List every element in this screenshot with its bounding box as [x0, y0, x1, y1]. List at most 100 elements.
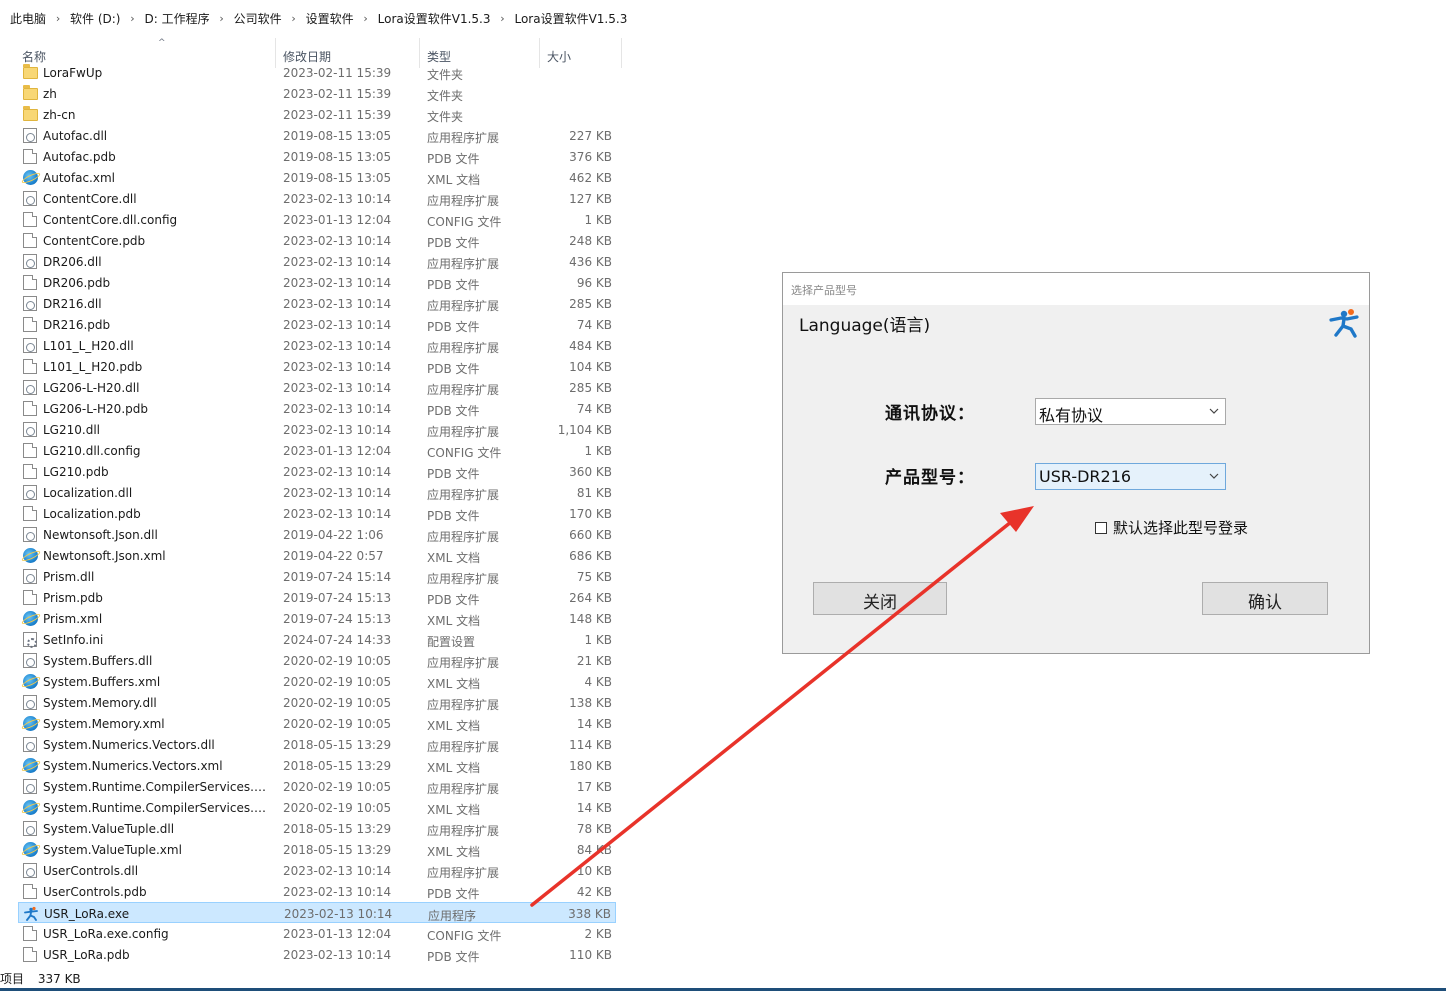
file-row[interactable]: System.Runtime.CompilerServices.Un... 202… — [18, 776, 616, 797]
file-date: 2020-02-19 10:05 — [283, 675, 392, 689]
chevron-right-icon[interactable]: › — [46, 12, 70, 25]
file-row[interactable]: System.ValueTuple.xml 2018-05-15 13:29 XML… — [18, 839, 616, 860]
file-row[interactable]: System.ValueTuple.dll 2018-05-15 13:29 应用程… — [18, 818, 616, 839]
protocol-select-value: 私有协议 — [1039, 406, 1104, 425]
model-select[interactable]: USR-DR216 — [1035, 463, 1226, 490]
confirm-button[interactable]: 确认 — [1202, 582, 1328, 615]
file-row[interactable]: DR216.dll 2023-02-13 10:14 应用程序扩展 285 KB — [18, 293, 616, 314]
file-size: 660 KB — [569, 528, 612, 542]
file-row[interactable]: Autofac.dll 2019-08-15 13:05 应用程序扩展 227 KB — [18, 125, 616, 146]
chevron-right-icon[interactable]: › — [120, 12, 144, 25]
document-icon — [23, 443, 37, 458]
file-row[interactable]: LoraFwUp 2023-02-11 15:39 文件夹 — [18, 62, 616, 83]
file-row[interactable]: System.Numerics.Vectors.dll 2018-05-15 13… — [18, 734, 616, 755]
file-row[interactable]: LG210.pdb 2023-02-13 10:14 PDB 文件 360 KB — [18, 461, 616, 482]
chevron-down-icon[interactable] — [1208, 403, 1220, 419]
file-row[interactable]: System.Memory.xml 2020-02-19 10:05 XML 文档 1… — [18, 713, 616, 734]
file-row[interactable]: Localization.pdb 2023-02-13 10:14 PDB 文件 17… — [18, 503, 616, 524]
file-row[interactable]: ContentCore.dll 2023-02-13 10:14 应用程序扩展 127… — [18, 188, 616, 209]
file-name: LoraFwUp — [43, 66, 103, 80]
breadcrumb-company-software[interactable]: 公司软件 — [234, 10, 282, 27]
file-row[interactable]: USR_LoRa.exe.config 2023-01-13 12:04 CONFI… — [18, 923, 616, 944]
file-row[interactable]: LG210.dll 2023-02-13 10:14 应用程序扩展 1,104 KB — [18, 419, 616, 440]
file-name: SetInfo.ini — [43, 633, 104, 647]
file-row[interactable]: Localization.dll 2023-02-13 10:14 应用程序扩展 81… — [18, 482, 616, 503]
file-row[interactable]: System.Buffers.xml 2020-02-19 10:05 XML 文档… — [18, 671, 616, 692]
file-row[interactable]: System.Runtime.CompilerServices.Un... 202… — [18, 797, 616, 818]
chevron-down-icon[interactable] — [1208, 468, 1220, 484]
file-size: 75 KB — [576, 570, 612, 584]
file-row[interactable]: LG206-L-H20.dll 2023-02-13 10:14 应用程序扩展 285… — [18, 377, 616, 398]
file-size: 1 KB — [584, 213, 612, 227]
close-button[interactable]: 关闭 — [813, 582, 947, 615]
language-link[interactable]: Language(语言) — [799, 311, 930, 336]
file-row[interactable]: Autofac.pdb 2019-08-15 13:05 PDB 文件 376 KB — [18, 146, 616, 167]
file-date: 2023-02-13 10:14 — [283, 339, 392, 353]
dll-file-icon — [23, 653, 37, 668]
file-row[interactable]: Prism.pdb 2019-07-24 15:13 PDB 文件 264 KB — [18, 587, 616, 608]
select-product-dialog: 选择产品型号 Language(语言) 通讯协议： 私有协议 产品型号： USR… — [782, 272, 1370, 654]
address-breadcrumb: 此电脑 › 软件 (D:) › D: 工作程序 › 公司软件 › 设置软件 › … — [0, 0, 1446, 36]
file-size: 127 KB — [569, 192, 612, 206]
breadcrumb-drive-d[interactable]: 软件 (D:) — [70, 10, 120, 27]
breadcrumb-work-programs[interactable]: D: 工作程序 — [144, 10, 209, 27]
file-row[interactable]: UserControls.dll 2023-02-13 10:14 应用程序扩展 10… — [18, 860, 616, 881]
breadcrumb-setup-software[interactable]: 设置软件 — [306, 10, 354, 27]
file-row[interactable]: System.Numerics.Vectors.xml 2018-05-15 13… — [18, 755, 616, 776]
file-row[interactable]: SetInfo.ini 2024-07-24 14:33 配置设置 1 KB — [18, 629, 616, 650]
file-date: 2019-07-24 15:13 — [283, 591, 392, 605]
chevron-right-icon[interactable]: › — [490, 12, 514, 25]
file-date: 2023-02-13 10:14 — [283, 318, 392, 332]
remember-model-option[interactable]: 默认选择此型号登录 — [1095, 517, 1248, 538]
xml-file-icon — [23, 716, 38, 731]
file-size: 1 KB — [584, 633, 612, 647]
file-row[interactable]: LG210.dll.config 2023-01-13 12:04 CONFIG 文… — [18, 440, 616, 461]
file-size: 14 KB — [576, 801, 612, 815]
dll-file-icon — [23, 863, 37, 878]
file-size: 10 KB — [576, 864, 612, 878]
chevron-right-icon[interactable]: › — [354, 12, 378, 25]
file-row[interactable]: DR206.dll 2023-02-13 10:14 应用程序扩展 436 KB — [18, 251, 616, 272]
file-size: 436 KB — [569, 255, 612, 269]
file-type: 应用程序扩展 — [427, 488, 500, 502]
file-name: Autofac.xml — [43, 171, 115, 185]
file-row[interactable]: DR206.pdb 2023-02-13 10:14 PDB 文件 96 KB — [18, 272, 616, 293]
file-list[interactable]: LoraFwUp 2023-02-11 15:39 文件夹 zh 2023-02-11 … — [18, 61, 622, 966]
file-row[interactable]: LG206-L-H20.pdb 2023-02-13 10:14 PDB 文件 74 … — [18, 398, 616, 419]
file-row[interactable]: System.Buffers.dll 2020-02-19 10:05 应用程序扩展… — [18, 650, 616, 671]
breadcrumb-this-pc[interactable]: 此电脑 — [10, 10, 46, 27]
file-row[interactable]: Prism.dll 2019-07-24 15:14 应用程序扩展 75 KB — [18, 566, 616, 587]
protocol-select[interactable]: 私有协议 — [1035, 398, 1226, 425]
breadcrumb-lora-folder[interactable]: Lora设置软件V1.5.3 — [378, 10, 491, 27]
file-date: 2020-02-19 10:05 — [283, 696, 392, 710]
file-name: UserControls.dll — [43, 864, 139, 878]
file-row[interactable]: L101_L_H20.pdb 2023-02-13 10:14 PDB 文件 104 … — [18, 356, 616, 377]
file-row[interactable]: Newtonsoft.Json.dll 2019-04-22 1:06 应用程序扩展… — [18, 524, 616, 545]
file-date: 2019-04-22 0:57 — [283, 549, 384, 563]
file-name: System.Memory.xml — [43, 717, 165, 731]
file-row[interactable]: USR_LoRa.pdb 2023-02-13 10:14 PDB 文件 110 KB — [18, 944, 616, 965]
file-row[interactable]: USR_LoRa.exe 2023-02-13 10:14 应用程序 338 KB — [18, 902, 616, 923]
file-type: PDB 文件 — [427, 593, 480, 607]
file-row[interactable]: zh 2023-02-11 15:39 文件夹 — [18, 83, 616, 104]
file-row[interactable]: Newtonsoft.Json.xml 2019-04-22 0:57 XML 文档… — [18, 545, 616, 566]
file-row[interactable]: Prism.xml 2019-07-24 15:13 XML 文档 148 KB — [18, 608, 616, 629]
file-row[interactable]: DR216.pdb 2023-02-13 10:14 PDB 文件 74 KB — [18, 314, 616, 335]
document-icon — [23, 464, 37, 479]
dialog-title: 选择产品型号 — [783, 273, 1369, 305]
breadcrumb-lora-subfolder[interactable]: Lora设置软件V1.5.3 — [514, 10, 627, 27]
file-date: 2023-02-13 10:14 — [283, 465, 392, 479]
chevron-right-icon[interactable]: › — [210, 12, 234, 25]
file-row[interactable]: System.Memory.dll 2020-02-19 10:05 应用程序扩展 1… — [18, 692, 616, 713]
file-type: 应用程序扩展 — [427, 782, 500, 796]
file-row[interactable]: Autofac.xml 2019-08-15 13:05 XML 文档 462 KB — [18, 167, 616, 188]
file-row[interactable]: zh-cn 2023-02-11 15:39 文件夹 — [18, 104, 616, 125]
file-row[interactable]: ContentCore.dll.config 2023-01-13 12:04 CO… — [18, 209, 616, 230]
file-row[interactable]: ContentCore.pdb 2023-02-13 10:14 PDB 文件 248… — [18, 230, 616, 251]
file-row[interactable]: L101_L_H20.dll 2023-02-13 10:14 应用程序扩展 484 … — [18, 335, 616, 356]
file-row[interactable]: UserControls.pdb 2023-02-13 10:14 PDB 文件 42… — [18, 881, 616, 902]
file-type: PDB 文件 — [427, 467, 480, 481]
file-type: 应用程序扩展 — [427, 131, 500, 145]
remember-model-checkbox[interactable] — [1095, 521, 1107, 534]
chevron-right-icon[interactable]: › — [282, 12, 306, 25]
